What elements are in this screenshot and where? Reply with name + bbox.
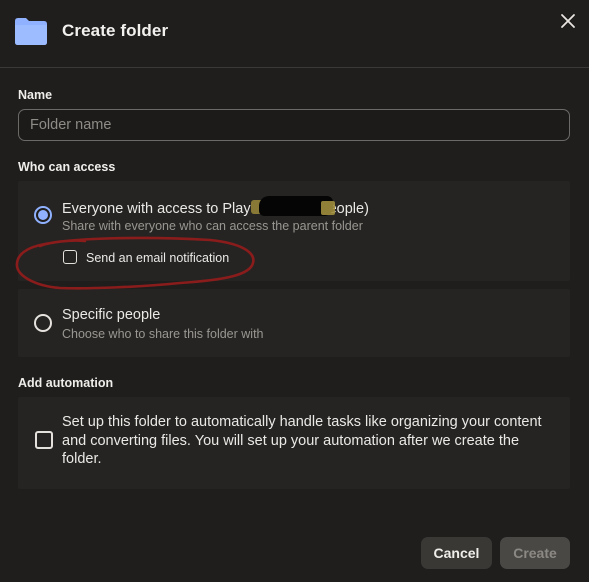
everyone-radio[interactable] <box>34 206 52 224</box>
name-label: Name <box>18 88 53 102</box>
specific-option-title: Specific people <box>62 307 161 323</box>
redaction-mark <box>250 196 335 217</box>
folder-icon <box>15 18 47 45</box>
access-option-everyone[interactable]: Everyone with access to Play eople) Share… <box>18 181 570 281</box>
add-automation-label: Add automation <box>18 376 114 390</box>
close-icon[interactable] <box>557 10 579 32</box>
specific-option-subtitle: Choose who to share this folder with <box>62 327 264 341</box>
specific-people-radio[interactable] <box>34 314 52 332</box>
everyone-option-title-prefix: Everyone with access to Play <box>62 201 251 217</box>
create-button[interactable]: Create <box>500 537 570 569</box>
email-notification-checkbox[interactable] <box>63 250 77 264</box>
automation-description: Set up this folder to automatically hand… <box>62 414 542 467</box>
automation-option[interactable]: Set up this folder to automatically hand… <box>18 397 570 489</box>
everyone-option-title: Everyone with access to Play eople) <box>62 196 369 217</box>
everyone-option-subtitle: Share with everyone who can access the p… <box>62 219 363 233</box>
email-notification-label[interactable]: Send an email notification <box>86 251 229 265</box>
everyone-option-title-suffix: eople) <box>328 201 369 217</box>
cancel-button[interactable]: Cancel <box>421 537 492 569</box>
folder-name-input[interactable] <box>18 109 570 141</box>
who-can-access-label: Who can access <box>18 160 116 174</box>
dialog-header: Create folder <box>0 0 589 68</box>
create-folder-dialog: Create folder Name Who can access Everyo… <box>0 0 589 582</box>
automation-checkbox[interactable] <box>35 431 53 449</box>
access-option-specific[interactable]: Specific people Choose who to share this… <box>18 289 570 357</box>
dialog-title: Create folder <box>62 21 169 40</box>
